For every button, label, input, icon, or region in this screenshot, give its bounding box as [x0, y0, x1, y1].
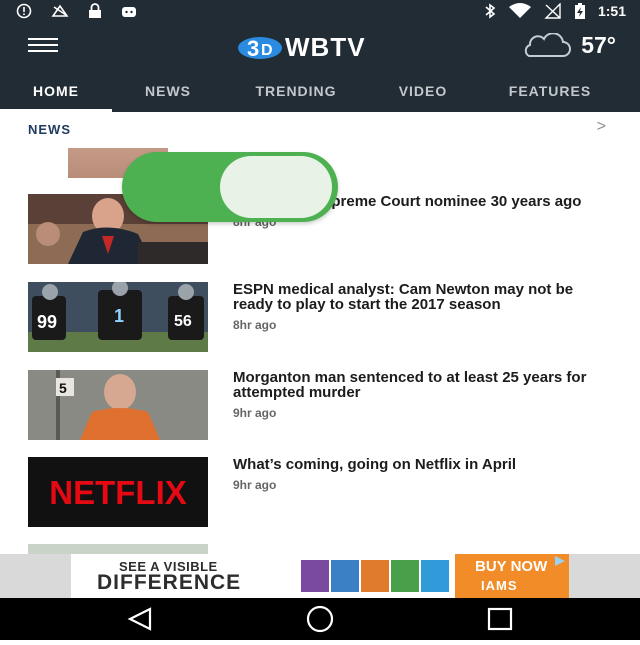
ad-brand: IAMS — [481, 578, 518, 593]
story-thumbnail: 99 1 56 — [28, 282, 208, 352]
story-item[interactable]: NETFLIX What’s coming, going on Netflix … — [28, 457, 612, 527]
status-time: 1:51 — [597, 3, 626, 19]
logo-text: WBTV — [285, 32, 366, 62]
jersey-number: 56 — [174, 313, 192, 330]
ad-headline-line2: DIFFERENCE — [97, 571, 242, 594]
jersey-number: 99 — [37, 312, 57, 332]
logo-number: 3 — [247, 36, 259, 61]
tab-news[interactable]: NEWS — [112, 70, 224, 112]
fantasy-app-icon — [51, 4, 69, 17]
lock-icon — [89, 3, 101, 18]
wbtv-logo: 3 D WBTV — [237, 32, 366, 63]
back-button[interactable] — [110, 598, 170, 640]
system-nav-bar — [0, 598, 640, 640]
story-item[interactable]: 99 1 56 ESPN medical analyst: Cam Newton… — [28, 282, 612, 352]
tab-home[interactable]: HOME — [0, 70, 112, 112]
chevron-right-icon[interactable]: > — [597, 118, 606, 136]
story-thumbnail: 5 — [28, 370, 208, 440]
status-icons-right: 1:51 — [484, 2, 626, 20]
tab-video[interactable]: VIDEO — [366, 70, 480, 112]
story-timestamp: 9hr ago — [233, 406, 277, 420]
ad-choices-icon[interactable] — [553, 555, 567, 567]
svg-text:D: D — [261, 42, 273, 59]
ad-cta-label: BUY NOW — [475, 558, 548, 575]
ad-buy-now-button[interactable]: BUY NOW IAMS — [455, 554, 569, 598]
menu-icon — [28, 38, 58, 40]
cloud-icon — [525, 32, 572, 57]
ad-creative[interactable]: SEE A VISIBLE DIFFERENCE BUY NOW IAMS — [71, 554, 569, 598]
ad-banner[interactable]: SEE A VISIBLE DIFFERENCE BUY NOW IAMS — [0, 554, 640, 598]
status-bar: 1:51 — [0, 0, 640, 22]
recents-button[interactable] — [470, 598, 530, 640]
mugshot-number: 5 — [59, 380, 67, 396]
app-bar: 3 D WBTV 57° — [0, 22, 640, 70]
no-signal-icon — [544, 3, 561, 19]
story-thumbnail: NETFLIX — [28, 457, 208, 527]
toggle-switch[interactable] — [122, 152, 338, 222]
netflix-logo-text: NETFLIX — [49, 474, 187, 511]
logo-3-mark-icon: 3 D — [238, 36, 282, 61]
android-robot-icon — [122, 7, 136, 17]
section-title[interactable]: NEWS — [28, 122, 71, 137]
status-icons-left — [16, 3, 138, 19]
jersey-number: 1 — [114, 306, 124, 326]
story-timestamp: 8hr ago — [233, 318, 277, 332]
toggle-knob[interactable] — [220, 156, 332, 218]
story-headline: Morganton man sentenced to at least 25 y… — [233, 370, 613, 421]
active-tab-indicator — [0, 109, 112, 112]
back-triangle-icon — [127, 607, 152, 631]
story-item[interactable]: 5 Morganton man sentenced to at least 25… — [28, 370, 612, 440]
story-headline: What’s coming, going on Netflix in April… — [233, 457, 613, 493]
weather-widget[interactable]: 57° — [519, 32, 616, 59]
wifi-icon — [508, 3, 531, 18]
story-thumbnail-partial[interactable] — [28, 544, 208, 554]
tab-features[interactable]: FEATURES — [480, 70, 620, 112]
story-headline: ESPN medical analyst: Cam Newton may not… — [233, 282, 613, 333]
tab-trending[interactable]: TRENDING — [226, 70, 366, 112]
alert-icon — [16, 3, 32, 19]
menu-button[interactable] — [28, 38, 60, 54]
tab-bar: HOME NEWS TRENDING VIDEO FEATURES — [0, 70, 640, 112]
bluetooth-icon — [485, 3, 496, 19]
battery-charging-icon — [574, 3, 585, 19]
ad-product-images — [301, 560, 449, 592]
home-circle-icon — [306, 605, 334, 633]
story-timestamp: 9hr ago — [233, 478, 277, 492]
home-button[interactable] — [290, 598, 350, 640]
temperature: 57° — [581, 32, 616, 58]
recents-square-icon — [487, 607, 513, 631]
